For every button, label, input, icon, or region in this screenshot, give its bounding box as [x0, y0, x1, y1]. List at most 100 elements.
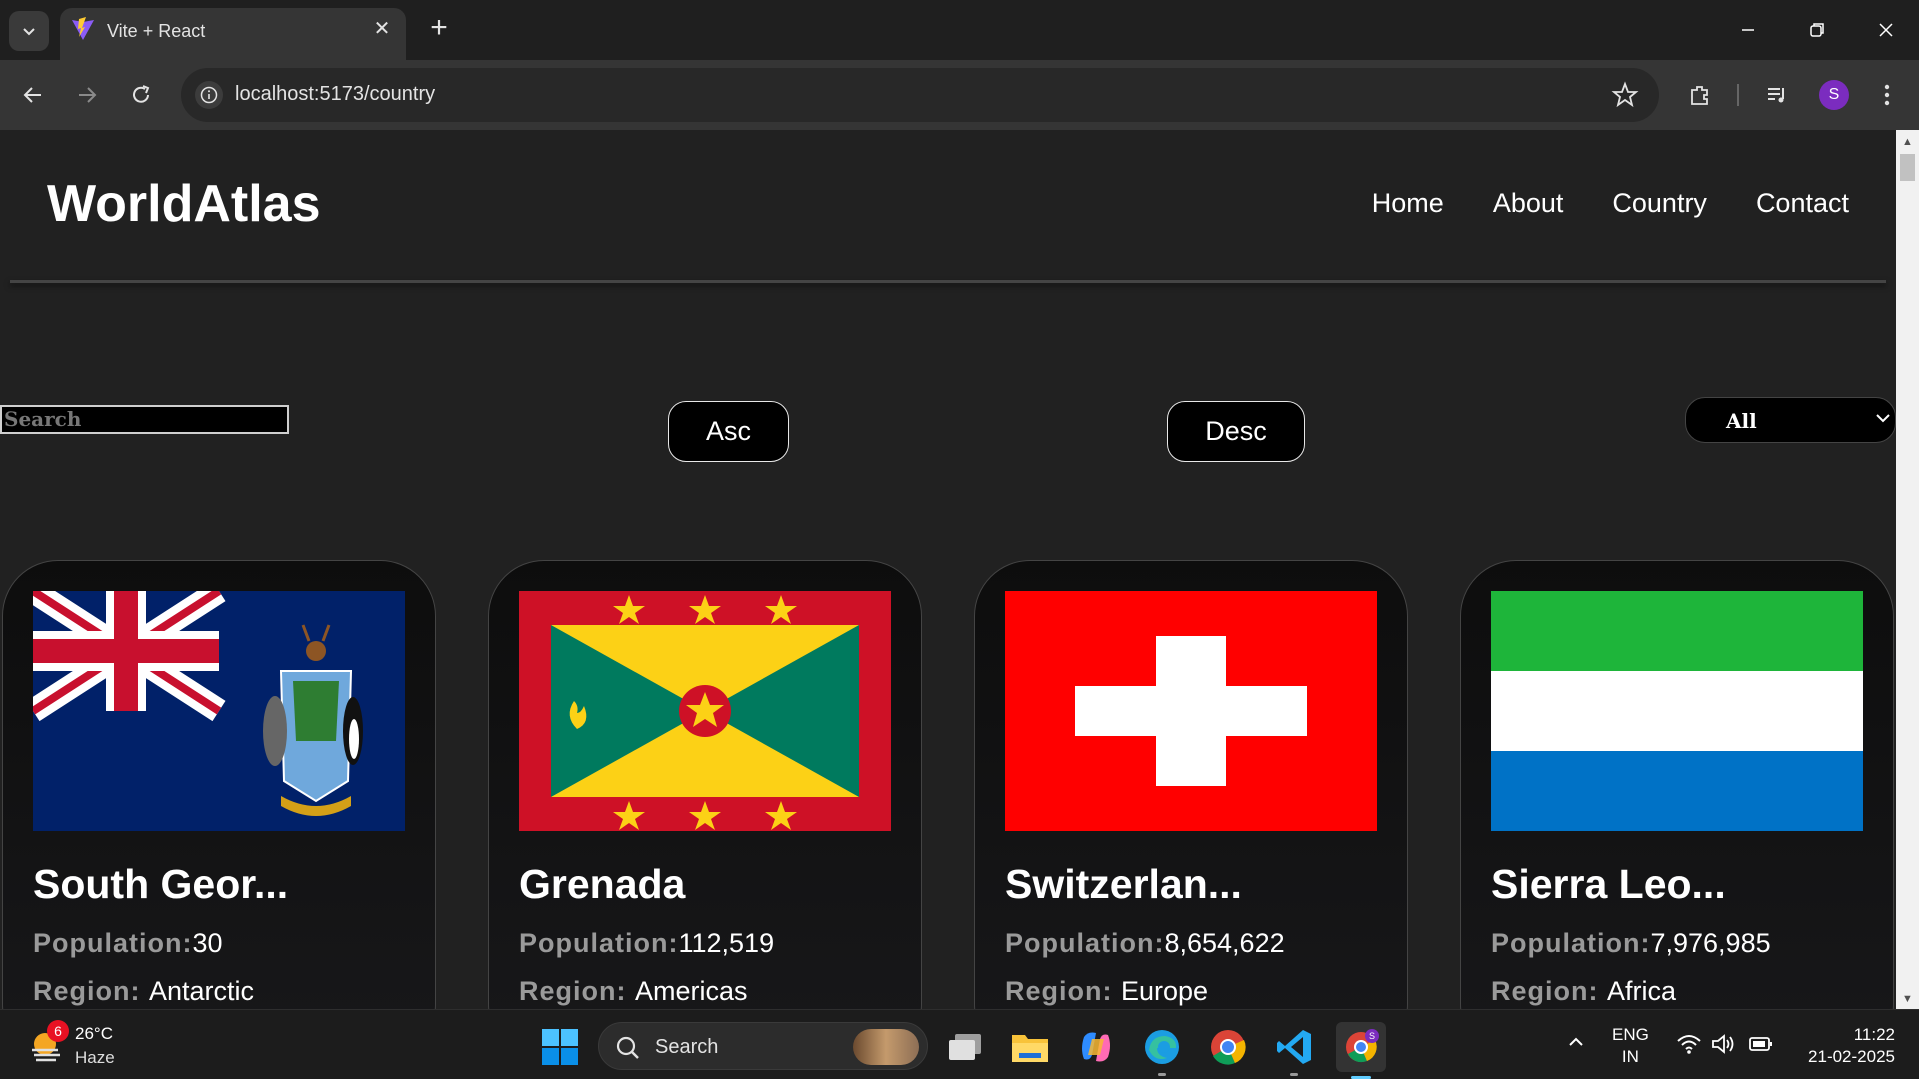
region-value: Europe — [1121, 976, 1209, 1006]
close-window-button[interactable] — [1866, 12, 1906, 48]
site-header: WorldAtlas Home About Country Contact — [0, 130, 1896, 283]
new-tab-button[interactable]: + — [424, 13, 454, 43]
country-name: Sierra Leo... — [1491, 861, 1726, 907]
weather-badge: 6 — [47, 1020, 69, 1042]
language-indicator[interactable]: ENG IN — [1612, 1024, 1649, 1068]
windows-start-icon[interactable] — [541, 1028, 579, 1066]
region-row: Region: Europe — [1005, 976, 1208, 1007]
search-input[interactable]: Search — [0, 405, 289, 434]
region-filter-value: All — [1726, 409, 1757, 433]
population-row: Population:112,519 — [519, 928, 774, 959]
search-highlight-image — [853, 1029, 919, 1065]
task-view-icon — [949, 1034, 981, 1060]
scroll-thumb[interactable] — [1900, 154, 1915, 181]
page-scrollbar[interactable]: ▲ ▼ — [1896, 130, 1919, 1009]
nav-contact[interactable]: Contact — [1756, 188, 1849, 219]
region-row: Region: Africa — [1491, 976, 1676, 1007]
population-row: Population:8,654,622 — [1005, 928, 1285, 959]
bookmark-star-icon[interactable] — [1611, 81, 1639, 109]
browser-tabstrip: Vite + React ✕ + — [0, 0, 1919, 60]
country-card[interactable]: South Geor... Population:30 Region: Anta… — [2, 560, 436, 1009]
population-value: 7,976,985 — [1650, 928, 1771, 958]
site-logo[interactable]: WorldAtlas — [47, 174, 321, 234]
chevron-up-icon[interactable] — [1566, 1032, 1586, 1052]
volume-icon[interactable] — [1710, 1033, 1736, 1055]
chevron-down-icon — [1876, 414, 1890, 423]
region-value: Antarctic — [149, 976, 255, 1006]
forward-button[interactable] — [69, 77, 105, 113]
country-card[interactable]: Switzerlan... Population:8,654,622 Regio… — [974, 560, 1408, 1009]
url-text[interactable]: localhost:5173/country — [235, 83, 435, 106]
site-info-icon[interactable] — [195, 81, 223, 109]
tab-search-button[interactable] — [9, 11, 49, 51]
sort-desc-button[interactable]: Desc — [1167, 401, 1305, 462]
population-label: Population: — [1491, 928, 1651, 958]
sierra-leone-flag — [1491, 591, 1863, 831]
nav-home[interactable]: Home — [1372, 188, 1444, 219]
address-bar[interactable]: localhost:5173/country — [181, 68, 1659, 122]
region-value: Americas — [635, 976, 748, 1006]
taskbar-search[interactable]: Search — [598, 1022, 928, 1070]
page-viewport: WorldAtlas Home About Country Contact Se… — [0, 130, 1896, 1009]
copilot-icon — [1082, 1032, 1110, 1062]
header-divider — [10, 280, 1886, 283]
clock-date: 21-02-2025 — [1808, 1047, 1895, 1066]
site-nav: Home About Country Contact — [1372, 188, 1849, 219]
weather-desc[interactable]: Haze — [75, 1048, 115, 1068]
taskbar-copilot[interactable] — [1074, 1025, 1118, 1069]
population-label: Population: — [33, 928, 193, 958]
country-card[interactable]: Grenada Population:112,519 Region: Ameri… — [488, 560, 922, 1009]
nav-country[interactable]: Country — [1612, 188, 1707, 219]
search-icon — [616, 1036, 639, 1059]
country-card[interactable]: Sierra Leo... Population:7,976,985 Regio… — [1460, 560, 1894, 1009]
back-button[interactable] — [15, 77, 51, 113]
weather-temp[interactable]: 26°C — [75, 1024, 113, 1044]
svg-text:S: S — [1369, 1031, 1375, 1041]
region-label: Region: — [1005, 976, 1121, 1006]
taskbar-task-view[interactable] — [943, 1025, 987, 1069]
taskbar-vscode[interactable] — [1272, 1025, 1316, 1076]
media-control-button[interactable] — [1759, 77, 1795, 113]
browser-toolbar: localhost:5173/country S — [0, 60, 1919, 130]
browser-tab[interactable]: Vite + React ✕ — [60, 8, 406, 60]
scroll-up-icon[interactable]: ▲ — [1902, 136, 1913, 148]
region-filter-select[interactable]: All — [1685, 397, 1896, 443]
population-label: Population: — [1005, 928, 1165, 958]
app-running-indicator — [1158, 1073, 1166, 1076]
taskbar-file-explorer[interactable] — [1008, 1025, 1052, 1069]
browser-menu-button[interactable] — [1869, 77, 1905, 113]
region-row: Region: Antarctic — [33, 976, 254, 1007]
region-value: Africa — [1607, 976, 1677, 1006]
sort-asc-button[interactable]: Asc — [668, 401, 789, 462]
taskbar-search-label: Search — [655, 1036, 719, 1058]
extensions-button[interactable] — [1682, 77, 1718, 113]
taskbar-chrome-profile[interactable]: S — [1336, 1022, 1386, 1079]
minimize-icon — [1742, 29, 1754, 31]
vite-icon — [72, 17, 94, 40]
tab-close-icon[interactable]: ✕ — [370, 17, 394, 41]
taskbar-edge[interactable] — [1140, 1025, 1184, 1076]
region-label: Region: — [33, 976, 149, 1006]
nav-about[interactable]: About — [1493, 188, 1564, 219]
system-clock[interactable]: 11:22 21-02-2025 — [1808, 1024, 1895, 1068]
reload-icon — [133, 85, 150, 103]
toolbar-divider — [1737, 84, 1739, 106]
scroll-down-icon[interactable]: ▼ — [1902, 993, 1913, 1005]
edge-icon — [1145, 1030, 1179, 1064]
puzzle-icon — [1691, 86, 1708, 105]
playlist-icon — [1768, 88, 1784, 103]
minimize-button[interactable] — [1728, 12, 1768, 48]
battery-icon[interactable] — [1748, 1033, 1774, 1055]
restore-button[interactable] — [1797, 12, 1837, 48]
reload-button[interactable] — [123, 77, 159, 113]
vscode-icon — [1277, 1030, 1311, 1064]
restore-icon — [1810, 23, 1824, 37]
population-value: 8,654,622 — [1164, 928, 1285, 958]
language-code: ENG — [1612, 1025, 1649, 1044]
profile-avatar[interactable]: S — [1819, 80, 1849, 110]
chevron-down-icon — [23, 28, 35, 36]
wifi-icon[interactable] — [1676, 1033, 1702, 1055]
taskbar-chrome[interactable] — [1206, 1025, 1250, 1069]
folder-icon — [1012, 1035, 1048, 1062]
switzerland-flag — [1005, 591, 1377, 831]
